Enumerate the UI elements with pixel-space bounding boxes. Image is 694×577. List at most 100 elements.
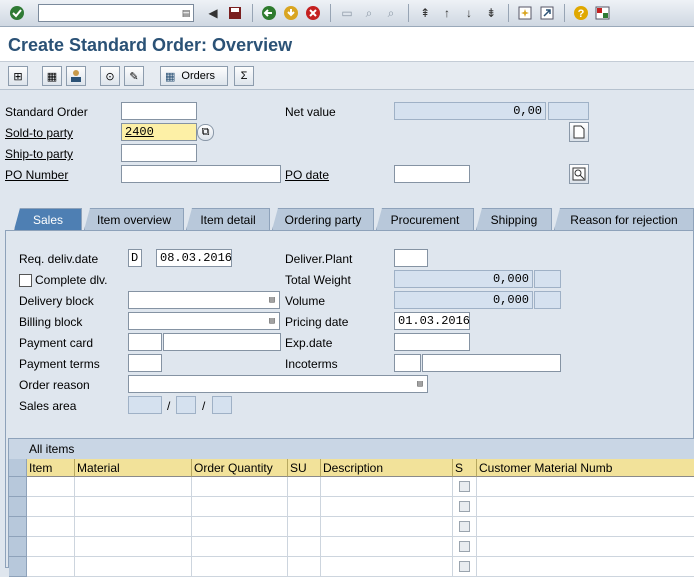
table-cell[interactable] (27, 517, 75, 537)
shortcut-icon[interactable] (538, 4, 556, 22)
po-search-icon[interactable] (569, 164, 589, 184)
dropdown-icon[interactable]: ▤ (267, 315, 277, 327)
exit-icon[interactable] (282, 4, 300, 22)
table-cell[interactable] (321, 477, 453, 497)
row-selector[interactable] (9, 517, 27, 537)
prev-page-icon[interactable]: ↑ (438, 4, 456, 22)
enter-icon[interactable] (8, 4, 26, 22)
table-cell[interactable] (321, 517, 453, 537)
order-reason-field[interactable]: ▤ (128, 375, 428, 393)
tab-procurement[interactable]: Procurement (376, 208, 474, 230)
delivery-block-field[interactable]: ▤ (128, 291, 280, 309)
table-cell[interactable] (27, 557, 75, 577)
table-cell[interactable] (192, 477, 288, 497)
table-cell[interactable] (27, 497, 75, 517)
display-doc-flow-icon[interactable]: ⊞ (8, 66, 28, 86)
table-cell[interactable] (192, 557, 288, 577)
find-next-icon[interactable]: ⌕ (382, 4, 400, 22)
row-selector[interactable] (9, 537, 27, 557)
orders-button[interactable]: ▦ Orders (160, 66, 228, 86)
row-checkbox[interactable] (459, 561, 470, 572)
table-cell[interactable] (75, 517, 192, 537)
table-cell[interactable] (27, 537, 75, 557)
column-header-description[interactable]: Description (321, 459, 453, 477)
new-session-icon[interactable] (516, 4, 534, 22)
nav-back-icon[interactable] (260, 4, 278, 22)
payment-card-type-field[interactable] (128, 333, 162, 351)
incoterms-location-field[interactable] (422, 354, 561, 372)
table-cell[interactable] (75, 477, 192, 497)
sold-to-party-field[interactable]: 2400 (121, 123, 197, 141)
table-cell[interactable] (75, 497, 192, 517)
row-checkbox[interactable] (459, 501, 470, 512)
row-checkbox[interactable] (459, 521, 470, 532)
table-cell[interactable] (288, 497, 321, 517)
dropdown-icon[interactable]: ▤ (415, 378, 425, 390)
exp-date-field[interactable] (394, 333, 470, 351)
layout-icon[interactable] (594, 4, 612, 22)
incoterms-field[interactable] (394, 354, 421, 372)
column-header-material[interactable]: Material (75, 459, 192, 477)
ship-to-party-field[interactable] (121, 144, 197, 162)
find-icon[interactable]: ⌕ (360, 4, 378, 22)
table-cell[interactable] (477, 517, 694, 537)
table-cell[interactable] (477, 557, 694, 577)
row-selector[interactable] (9, 557, 27, 577)
table-cell[interactable] (192, 517, 288, 537)
dropdown-icon[interactable]: ▤ (267, 294, 277, 306)
tab-reason-for-rejection[interactable]: Reason for rejection (554, 208, 694, 230)
complete-dlv-checkbox[interactable] (19, 274, 32, 287)
column-header-item[interactable]: Item (27, 459, 75, 477)
column-header-order-quantity[interactable]: Order Quantity (192, 459, 288, 477)
sold-to-party-search-icon[interactable]: ⧉ (197, 124, 214, 141)
table-cell[interactable] (321, 557, 453, 577)
table-cell[interactable] (453, 497, 477, 517)
row-checkbox[interactable] (459, 481, 470, 492)
req-deliv-date-field[interactable]: 08.03.2016 (156, 249, 232, 267)
business-partner-icon[interactable] (66, 66, 86, 86)
cancel-icon[interactable] (304, 4, 322, 22)
column-header-customer-material-numb[interactable]: Customer Material Numb (477, 459, 694, 477)
tab-sales[interactable]: Sales (14, 208, 82, 230)
po-date-field[interactable] (394, 165, 470, 183)
table-cell[interactable] (192, 497, 288, 517)
next-page-icon[interactable]: ↓ (460, 4, 478, 22)
table-cell[interactable] (192, 537, 288, 557)
tab-shipping[interactable]: Shipping (476, 208, 552, 230)
table-cell[interactable] (75, 537, 192, 557)
last-page-icon[interactable]: ⇟ (482, 4, 500, 22)
table-cell[interactable] (453, 557, 477, 577)
table-cell[interactable] (288, 537, 321, 557)
row-selector[interactable] (9, 477, 27, 497)
po-number-label[interactable]: PO Number (5, 168, 68, 182)
table-cell[interactable] (288, 477, 321, 497)
tab-ordering-party[interactable]: Ordering party (272, 208, 374, 230)
req-deliv-date-format-field[interactable]: D (128, 249, 142, 267)
document-icon[interactable] (569, 122, 589, 142)
payment-card-number-field[interactable] (163, 333, 281, 351)
table-cell[interactable] (453, 537, 477, 557)
select-all-button[interactable] (9, 459, 27, 477)
row-checkbox[interactable] (459, 541, 470, 552)
first-page-icon[interactable]: ⇞ (416, 4, 434, 22)
help-icon[interactable]: ? (572, 4, 590, 22)
column-header-s[interactable]: S (453, 459, 477, 477)
ship-to-party-label[interactable]: Ship-to party (5, 147, 73, 161)
deliver-plant-field[interactable] (394, 249, 428, 267)
table-cell[interactable] (321, 497, 453, 517)
sigma-icon[interactable]: Σ (234, 66, 254, 86)
save-icon[interactable] (226, 4, 244, 22)
payment-terms-field[interactable] (128, 354, 162, 372)
standard-order-field[interactable] (121, 102, 197, 120)
table-cell[interactable] (75, 557, 192, 577)
header-details-icon[interactable]: ▦ (42, 66, 62, 86)
table-cell[interactable] (288, 517, 321, 537)
table-cell[interactable] (477, 477, 694, 497)
tab-item-overview[interactable]: Item overview (84, 208, 184, 230)
row-selector[interactable] (9, 497, 27, 517)
back-icon[interactable]: ◀ (204, 4, 222, 22)
table-cell[interactable] (453, 517, 477, 537)
item-details-icon[interactable]: ⊙ (100, 66, 120, 86)
table-cell[interactable] (321, 537, 453, 557)
table-cell[interactable] (477, 537, 694, 557)
